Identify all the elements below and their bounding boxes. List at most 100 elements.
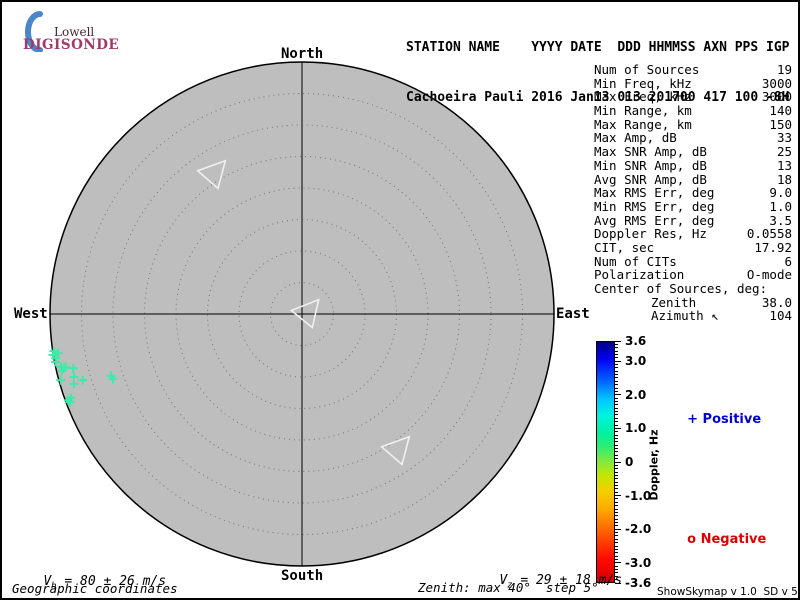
colorbar-tick [615,535,618,537]
colorbar-tick [615,495,621,497]
parameter-label: Center of Sources, deg: [594,281,768,296]
parameter-label: Zenith [651,294,697,310]
version-label: ShowSkymap v 1.0 SD v 5.1 [657,586,800,598]
parameter-label: Min Freq, kHz [594,75,692,91]
colorbar-tick [615,518,618,520]
colorbar-tick [615,474,618,476]
colorbar-tick [615,411,618,413]
colorbar-tick [615,374,618,376]
parameter-value: 33 [776,130,792,146]
colorbar-tick-label: 3.0 [625,354,647,369]
colorbar-tick [615,545,618,547]
legend-negative-label: Negative [700,532,767,547]
plus-symbol-icon: + [687,412,699,427]
colorbar-tick [615,528,621,530]
parameter-value: 1.0 [769,198,792,214]
showskymap-window: Lowell DIGISONDE STATION NAME YYYY DATE … [0,0,800,600]
colorbar-tick [615,451,618,453]
colorbar-tick [615,350,618,352]
parameter-label: Polarization [594,267,685,283]
colorbar-tick [615,485,618,487]
colorbar-tick [615,380,618,382]
parameter-row: Num of CITs 6 [594,253,792,269]
parameter-row: Azimuth ↖ 104 [594,309,792,323]
colorbar-tick [615,515,618,517]
parameter-label: Max RMS Err, deg [594,185,715,201]
parameter-value: 3.5 [769,212,792,228]
colorbar-tick [615,488,618,490]
colorbar-tick [615,471,618,473]
colorbar-tick-label: 0 [625,455,634,469]
parameter-row: Max Freq, kHz 3000 [594,90,792,104]
station-header-columns: STATION NAME YYYY DATE DDD HHMMSS AXN PP… [406,40,790,55]
colorbar-tick [615,468,618,470]
parameter-row: Min Freq, kHz 3000 [594,75,792,91]
colorbar-tick [615,417,618,419]
logo-digisonde-text: DIGISONDE [23,37,120,53]
colorbar-tick [615,481,618,483]
parameter-label: CIT, sec [594,239,655,255]
colorbar-tick [615,353,618,355]
colorbar-tick [615,347,618,349]
colorbar-tick [615,414,618,416]
parameter-label: Num of CITs [594,253,677,269]
colorbar-tick [615,458,618,460]
parameter-row: Max Amp, dB 33 [594,131,792,145]
legend-positive: + Positive [669,397,761,442]
parameter-value: 13 [776,157,792,173]
label-south: South [281,568,324,584]
colorbar-tick [615,437,618,439]
colorbar-tick [615,478,618,480]
circle-symbol-icon: o [687,532,697,547]
colorbar-tick [615,538,618,540]
parameter-value: 3000 [761,89,792,105]
colorbar-tick [615,501,618,503]
colorbar-tick [615,397,618,399]
parameter-row: Avg SNR Amp, dB 18 [594,171,792,187]
colorbar-tick [615,394,621,396]
parameter-row: Avg RMS Err, deg 3.5 [594,212,792,228]
colorbar-tick-label: 1.0 [625,421,647,436]
parameter-label: Max Range, km [594,116,692,132]
colorbar-tick [615,511,618,513]
parameter-row: Max SNR Amp, dB 25 [594,145,792,159]
colorbar-tick [615,525,618,527]
legend-positive-label: Positive [702,412,762,427]
colorbar-tick [615,444,618,446]
parameter-value: 6 [784,253,792,269]
parameter-label: Azimuth ↖ [651,308,719,324]
label-east: East [556,306,590,322]
colorbar-gradient [596,341,615,583]
parameter-value: 3000 [761,75,792,91]
colorbar-tick-label: 2.0 [625,387,647,402]
coordinate-system-label: Geographic coordinates [12,581,178,596]
parameter-row: Num of Sources 19 [594,63,792,77]
colorbar-tick [615,427,621,429]
colorbar: 3.6 3.0 2.0 1.0 0 -1.0 -2.0 -3.0 -3.6 [596,334,676,590]
parameter-value: 18 [776,171,792,187]
colorbar-tick-label: -2.0 [625,522,652,537]
parameter-value: 25 [776,144,792,160]
colorbar-tick [615,364,618,366]
colorbar-tick-label: -3.0 [625,555,652,570]
colorbar-tick-label: 3.6 [625,334,647,348]
colorbar-tick [615,343,618,345]
colorbar-tick-label: -3.6 [625,576,652,590]
colorbar-tick [615,421,618,423]
parameter-value: 9.0 [769,185,792,201]
colorbar-tick [615,360,621,362]
parameter-value: 17.92 [754,239,792,255]
parameter-row: Min SNR Amp, dB 13 [594,159,792,173]
parameter-label: Max Freq, kHz [594,89,692,105]
parameter-row: Min RMS Err, deg 1.0 [594,200,792,214]
parameter-value: 19 [776,62,792,77]
label-north: North [281,46,324,62]
parameter-label: Min SNR Amp, dB [594,157,707,173]
parameter-row: Max RMS Err, deg 9.0 [594,186,792,200]
colorbar-tick [615,454,618,456]
colorbar-tick [615,548,618,550]
parameter-label: Num of Sources [594,62,700,77]
colorbar-tick [615,401,618,402]
parameter-row: CIT, sec 17.92 [594,241,792,255]
colorbar-tick [615,367,618,369]
